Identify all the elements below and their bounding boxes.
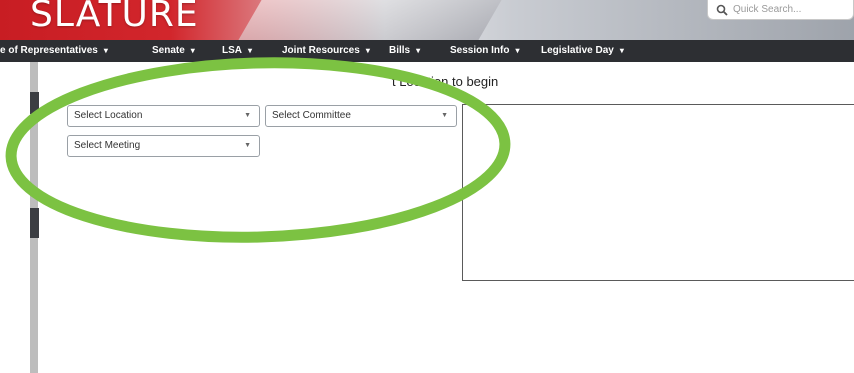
nav-label: Bills [389, 45, 411, 56]
nav-legislative-day[interactable]: Legislative Day ▾ [541, 40, 624, 62]
dropdown-arrow-icon: ▼ [441, 112, 448, 119]
chevron-down-icon: ▾ [103, 46, 108, 55]
nav-label: Senate [152, 45, 185, 56]
chevron-down-icon: ▾ [190, 46, 195, 55]
chevron-down-icon: ▾ [515, 46, 520, 55]
select-location-value: Select Location [74, 110, 143, 121]
nav-label: Joint Resources [282, 45, 360, 56]
select-meeting[interactable]: Select Meeting ▼ [67, 135, 260, 157]
chevron-down-icon: ▾ [248, 46, 253, 55]
select-committee[interactable]: Select Committee ▼ [265, 105, 457, 127]
search-icon [716, 4, 728, 16]
banner-swoosh [232, 0, 508, 40]
nav-label: LSA [222, 45, 242, 56]
content-display-panel [462, 104, 854, 281]
select-location[interactable]: Select Location ▼ [67, 105, 260, 127]
nav-label: e of Representatives [0, 45, 98, 56]
chevron-down-icon: ▾ [619, 46, 624, 55]
nav-senate[interactable]: Senate ▾ [152, 40, 195, 62]
chevron-down-icon: ▾ [365, 46, 370, 55]
nav-lsa[interactable]: LSA ▾ [222, 40, 252, 62]
nav-house-of-representatives[interactable]: e of Representatives ▾ [0, 40, 108, 62]
dropdown-arrow-icon: ▼ [244, 112, 251, 119]
nav-label: Session Info [450, 45, 510, 56]
quick-search-input[interactable]: Quick Search... [707, 0, 854, 20]
instruction-text: t Location to begin [392, 74, 499, 89]
nav-label: Legislative Day [541, 45, 614, 56]
nav-bills[interactable]: Bills ▾ [389, 40, 420, 62]
main-nav: e of Representatives ▾ Senate ▾ LSA ▾ Joint… [0, 40, 854, 62]
nav-joint-resources[interactable]: Joint Resources ▾ [282, 40, 370, 62]
site-banner: SLATURE Quick Search... [0, 0, 854, 40]
nav-session-info[interactable]: Session Info ▾ [450, 40, 519, 62]
site-title: SLATURE [30, 0, 199, 35]
rail-tab-lower[interactable] [30, 208, 39, 238]
select-committee-value: Select Committee [272, 110, 351, 121]
chevron-down-icon: ▾ [416, 46, 421, 55]
quick-search-placeholder: Quick Search... [733, 4, 802, 15]
rail-tab-upper[interactable] [30, 92, 39, 114]
dropdown-arrow-icon: ▼ [244, 142, 251, 149]
select-meeting-value: Select Meeting [74, 140, 141, 151]
